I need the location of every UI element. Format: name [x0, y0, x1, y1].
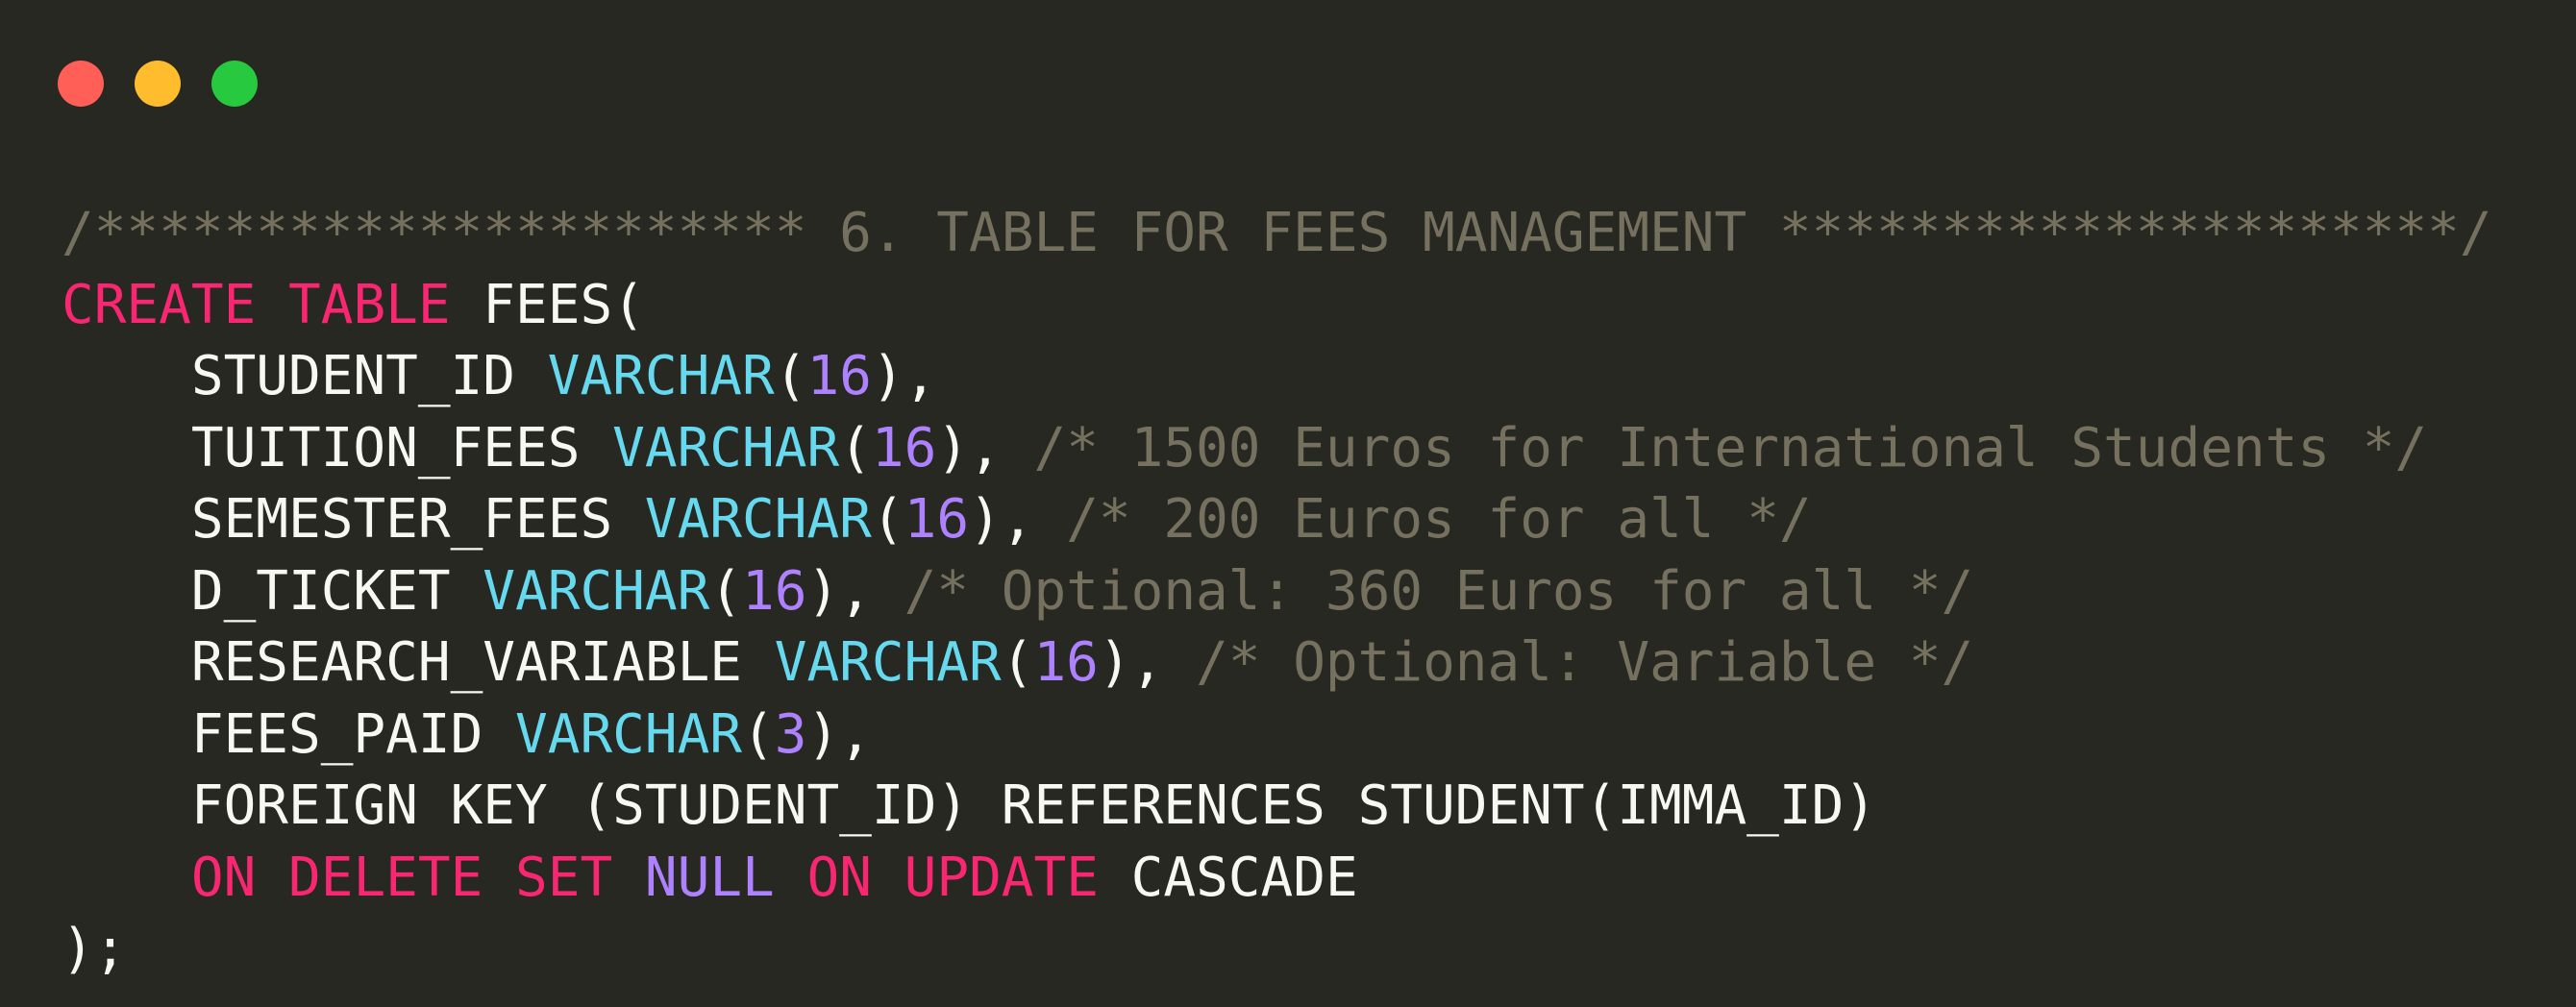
number-token: 16	[904, 488, 970, 551]
maximize-window-button[interactable]	[211, 61, 258, 107]
code-line: ON DELETE SET NULL ON UPDATE CASCADE	[62, 843, 2492, 915]
code-line: D_TICKET VARCHAR(16), /* Optional: 360 E…	[62, 556, 2492, 628]
close-window-button[interactable]	[58, 61, 104, 107]
keyword-token: ON	[190, 846, 257, 909]
code-token: CASCADE	[1098, 846, 1358, 909]
type-token: VARCHAR	[547, 345, 775, 407]
code-line: RESEARCH_VARIABLE VARCHAR(16), /* Option…	[62, 627, 2492, 700]
code-token: FOREIGN KEY (STUDENT_ID) REFERENCES STUD…	[62, 774, 1877, 837]
code-token: (	[871, 488, 904, 551]
code-token: FEES(	[450, 273, 645, 336]
code-line: FOREIGN KEY (STUDENT_ID) REFERENCES STUD…	[62, 771, 2492, 843]
code-block: /********************** 6. TABLE FOR FEE…	[62, 198, 2492, 986]
code-token: (	[1001, 631, 1034, 694]
number-token: 16	[806, 345, 872, 407]
code-token: ),	[871, 345, 937, 407]
code-token: (	[709, 559, 743, 623]
keyword-token: UPDATE	[904, 846, 1099, 909]
keyword-token: ON	[806, 846, 872, 909]
code-line: TUITION_FEES VARCHAR(16), /* 1500 Euros …	[62, 413, 2492, 485]
code-token: (	[774, 345, 807, 407]
code-line: );	[62, 914, 2492, 986]
code-line: CREATE TABLE FEES(	[62, 270, 2492, 342]
code-token: ),	[936, 416, 1034, 479]
code-token: STUDENT_ID	[62, 345, 548, 407]
comment-token: /* Optional: 360 Euros for all */	[904, 559, 1974, 623]
type-token: VARCHAR	[483, 559, 710, 623]
comment-token: /* 200 Euros for all */	[1066, 488, 1812, 551]
code-token: );	[62, 918, 127, 980]
code-token: ),	[806, 559, 904, 623]
number-token: 3	[774, 702, 807, 766]
code-line: SEMESTER_FEES VARCHAR(16), /* 200 Euros …	[62, 484, 2492, 556]
code-line: STUDENT_ID VARCHAR(16),	[62, 341, 2492, 413]
code-token: SEMESTER_FEES	[62, 488, 645, 551]
minimize-window-button[interactable]	[135, 61, 181, 107]
number-token: NULL	[644, 846, 775, 909]
window-titlebar	[0, 0, 2576, 144]
comment-token: /* 1500 Euros for International Students…	[1033, 416, 2428, 479]
type-token: VARCHAR	[612, 416, 840, 479]
code-token: TUITION_FEES	[62, 416, 613, 479]
code-token: D_TICKET	[62, 559, 483, 623]
type-token: VARCHAR	[774, 631, 1002, 694]
number-token: 16	[871, 416, 937, 479]
keyword-token: TABLE	[288, 273, 451, 336]
code-window: /********************** 6. TABLE FOR FEE…	[0, 0, 2576, 1007]
number-token: 16	[742, 559, 807, 623]
code-token: RESEARCH_VARIABLE	[62, 631, 775, 694]
code-token: (	[742, 702, 775, 766]
type-token: VARCHAR	[515, 702, 743, 766]
keyword-token: SET	[515, 846, 613, 909]
code-token: FEES_PAID	[62, 702, 516, 766]
type-token: VARCHAR	[644, 488, 872, 551]
code-token: ),	[1098, 631, 1197, 694]
comment-token: /* Optional: Variable */	[1196, 631, 1974, 694]
keyword-token: CREATE	[62, 273, 257, 336]
code-token: ),	[806, 702, 872, 766]
code-token: (	[839, 416, 872, 479]
comment-token: /********************** 6. TABLE FOR FEE…	[62, 202, 2492, 264]
keyword-token: DELETE	[288, 846, 483, 909]
number-token: 16	[1033, 631, 1099, 694]
code-token: ),	[969, 488, 1067, 551]
code-line: /********************** 6. TABLE FOR FEE…	[62, 198, 2492, 270]
code-line: FEES_PAID VARCHAR(3),	[62, 700, 2492, 772]
